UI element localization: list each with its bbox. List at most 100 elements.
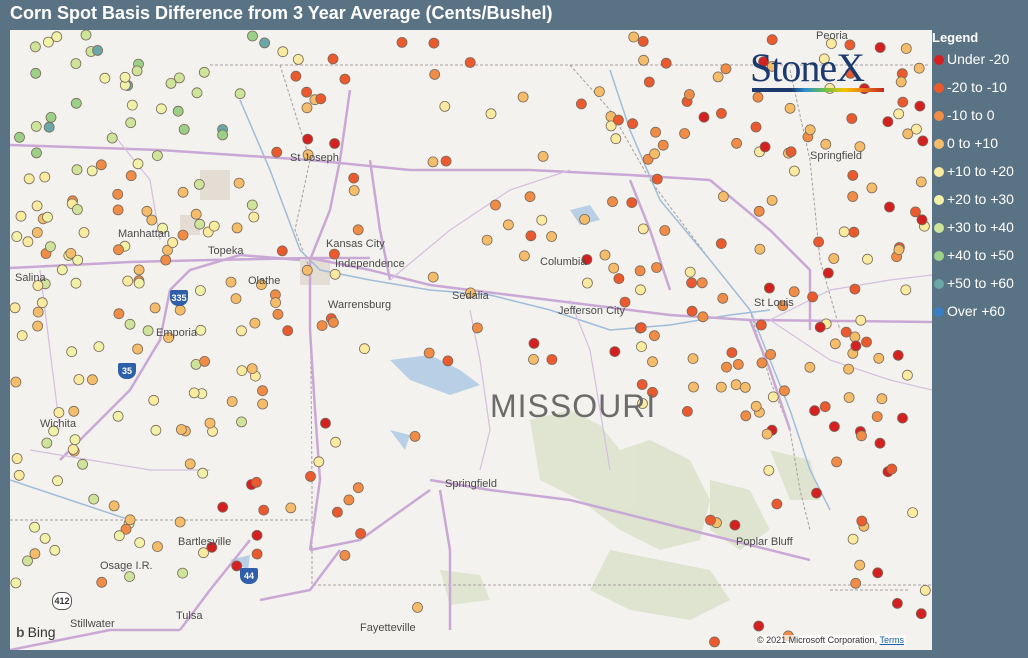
- elevator-point: [112, 410, 124, 422]
- legend-label: +20 to +30: [947, 191, 1014, 207]
- interstate-shield: 35: [118, 363, 136, 379]
- elevator-point: [849, 283, 861, 295]
- legend-label: Under -20: [947, 51, 1010, 67]
- legend-item[interactable]: +30 to +40: [932, 219, 1028, 247]
- elevator-point: [276, 245, 288, 257]
- elevator-point: [784, 102, 796, 114]
- elevator-point: [829, 338, 841, 350]
- elevator-point: [77, 458, 88, 470]
- legend-item[interactable]: Over +60: [932, 303, 1028, 331]
- elevator-point: [70, 277, 82, 289]
- elevator-point: [67, 443, 79, 455]
- elevator-point: [917, 135, 929, 147]
- elevator-point: [178, 124, 190, 135]
- elevator-point: [131, 65, 143, 77]
- elevator-point: [637, 223, 649, 235]
- elevator-point: [95, 159, 107, 171]
- map-panel[interactable]: MISSOURI St Joseph Manhattan Topeka Kans…: [10, 30, 932, 650]
- elevator-point: [15, 210, 27, 222]
- elevator-point: [807, 291, 818, 303]
- elevator-point: [902, 128, 914, 140]
- elevator-point: [608, 262, 620, 274]
- legend-item[interactable]: -20 to -10: [932, 79, 1028, 107]
- elevator-point: [16, 330, 28, 342]
- elevator-point: [13, 469, 25, 481]
- elevator-point: [914, 100, 926, 112]
- elevator-point: [339, 73, 351, 85]
- elevator-point: [886, 463, 898, 475]
- elevator-point: [427, 156, 439, 168]
- legend-item[interactable]: 0 to +10: [932, 135, 1028, 163]
- legend-label: +10 to +20: [947, 163, 1014, 179]
- legend-item[interactable]: +40 to +50: [932, 247, 1028, 275]
- elevator-point: [753, 620, 765, 632]
- elevator-point: [609, 346, 621, 358]
- legend-item[interactable]: +50 to +60: [932, 275, 1028, 303]
- elevator-point: [301, 86, 313, 98]
- chart-title: Corn Spot Basis Difference from 3 Year A…: [10, 3, 553, 23]
- elevator-point: [134, 537, 146, 548]
- elevator-point: [194, 218, 206, 230]
- state-label: MISSOURI: [490, 388, 657, 424]
- legend-item[interactable]: -10 to 0: [932, 107, 1028, 135]
- elevator-point: [142, 325, 154, 337]
- elevator-point: [635, 322, 647, 334]
- legend-item[interactable]: +20 to +30: [932, 191, 1028, 219]
- elevator-point: [820, 138, 832, 150]
- elevator-point: [913, 62, 925, 74]
- elevator-point: [327, 316, 339, 328]
- elevator-point: [174, 304, 186, 316]
- copyright-text: © 2021 Microsoft Corporation: [756, 635, 875, 645]
- city-label: St Joseph: [290, 152, 339, 164]
- legend-label: -20 to -10: [947, 79, 1007, 95]
- elevator-point: [698, 111, 710, 123]
- elevator-point: [30, 67, 42, 79]
- elevator-point: [31, 200, 43, 212]
- elevator-point: [610, 133, 622, 145]
- elevator-point: [259, 37, 271, 49]
- elevator-point: [113, 244, 124, 256]
- city-label: Kansas City: [326, 238, 385, 250]
- elevator-point: [828, 253, 840, 264]
- elevator-point: [650, 126, 661, 138]
- elevator-point: [756, 357, 768, 369]
- elevator-point: [14, 131, 25, 143]
- elevator-point: [301, 264, 313, 276]
- elevator-point: [688, 381, 699, 393]
- elevator-point: [594, 86, 605, 97]
- terms-link[interactable]: Terms: [880, 635, 905, 645]
- elevator-point: [638, 54, 649, 66]
- legend-item[interactable]: +10 to +20: [932, 163, 1028, 191]
- elevator-point: [249, 317, 261, 329]
- elevator-point: [613, 273, 625, 285]
- elevator-point: [537, 151, 549, 162]
- elevator-point: [519, 250, 530, 262]
- elevator-point: [30, 121, 42, 132]
- elevator-point: [352, 224, 364, 236]
- elevator-point: [750, 400, 762, 412]
- elevator-point: [316, 320, 328, 332]
- legend-swatch: [934, 139, 944, 149]
- legend-item[interactable]: Under -20: [932, 51, 1028, 79]
- city-label: Peoria: [816, 30, 848, 42]
- elevator-point: [270, 297, 282, 309]
- elevator-point: [528, 337, 540, 349]
- city-label: Sedalia: [452, 290, 489, 302]
- bing-label: Bing: [27, 624, 56, 640]
- elevator-point: [199, 355, 211, 367]
- elevator-point: [900, 43, 912, 54]
- elevator-point: [716, 108, 727, 119]
- elevator-point: [651, 262, 662, 273]
- elevator-point: [31, 147, 42, 159]
- legend-label: +40 to +50: [947, 247, 1014, 263]
- elevator-point: [133, 277, 145, 289]
- elevator-point: [423, 347, 435, 359]
- elevator-point: [236, 325, 247, 337]
- elevator-point: [42, 211, 53, 223]
- elevator-point: [29, 521, 41, 533]
- elevator-point: [582, 277, 593, 289]
- elevator-point: [52, 475, 63, 487]
- elevator-point: [502, 219, 514, 231]
- elevator-point: [755, 319, 767, 331]
- legend-swatch: [934, 83, 944, 93]
